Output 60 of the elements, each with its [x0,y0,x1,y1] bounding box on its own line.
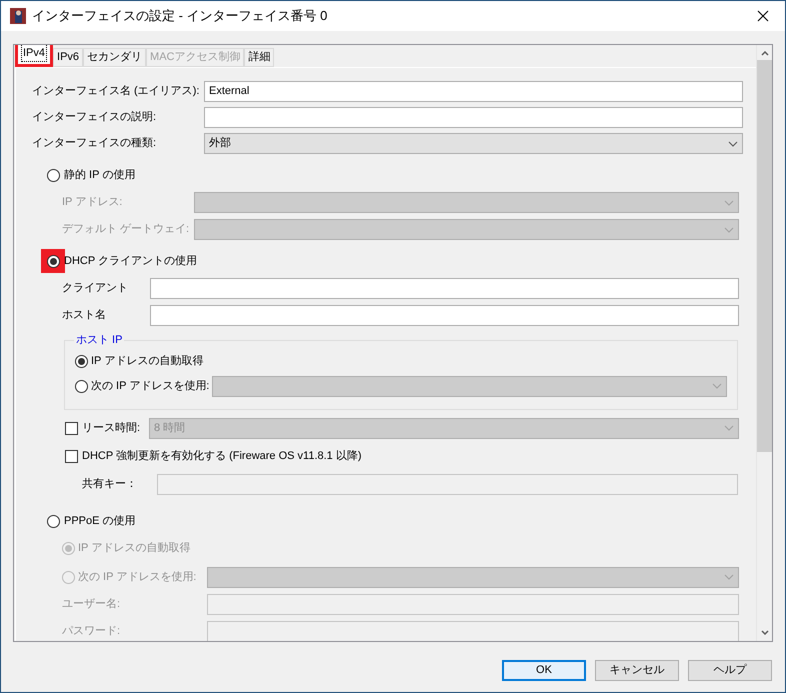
scroll-thumb[interactable] [757,60,772,452]
chevron-down-icon [712,383,722,389]
field-label: IP アドレス: [62,195,124,210]
tab[interactable]: 詳細 [244,48,274,67]
field-label: インターフェイス名 (エイリアス): [32,84,200,100]
scrollbar[interactable] [756,45,772,641]
chevron-down-icon [724,574,734,580]
radio-button[interactable] [62,570,75,584]
field-label: インターフェイスの説明: [32,110,158,126]
field-label: ホスト名 [62,308,107,324]
field-label: パスワード: [62,624,122,639]
input-field[interactable] [207,620,739,641]
tab[interactable]: IPv4 [15,45,54,67]
dropdown[interactable] [194,219,739,240]
field-label: 静的 IP の使用 [64,168,136,183]
dialog-button[interactable]: キャンセル [595,660,679,681]
field-label: ユーザー名: [62,596,122,612]
chevron-down-icon [724,200,734,206]
field-label: インターフェイスの種類: [32,136,158,152]
input-field[interactable] [150,278,739,299]
field-label: 次の IP アドレスを使用: [78,570,198,585]
dialog-button[interactable]: OK [502,660,586,681]
chevron-down-icon [724,425,734,431]
dropdown[interactable] [194,192,739,213]
radio-button[interactable] [75,355,88,368]
scroll-up-icon[interactable] [760,51,768,56]
field-label: DHCP 強制更新を有効化する (Fireware OS v11.8.1 以降) [82,448,362,464]
field-label: リース時間: [81,420,142,436]
chevron-down-icon [728,140,738,146]
dropdown[interactable] [212,376,727,396]
field-label: PPPoE の使用 [64,514,136,530]
input-field[interactable] [157,474,738,494]
input-field[interactable] [207,594,739,614]
radio-button[interactable] [47,168,60,182]
field-label: IP アドレスの自動取得 [78,541,190,556]
radio-button[interactable] [75,380,88,392]
checkbox[interactable] [65,422,78,434]
field-label: デフォルト ゲートウェイ: [62,222,190,238]
dropdown[interactable] [207,566,739,588]
tab[interactable]: IPv6 [53,48,84,67]
radio-button[interactable] [62,542,75,555]
dropdown[interactable]: 外部 [204,133,743,154]
tab[interactable]: セカンダリ [83,48,146,67]
input-field[interactable] [204,107,743,128]
input-field[interactable]: External [204,81,743,102]
input-field[interactable] [150,305,739,326]
checkbox[interactable] [65,450,78,463]
radio-button[interactable] [46,254,60,268]
dialog-button[interactable]: ヘルプ [688,660,772,681]
field-label: クライアント [62,281,129,296]
field-label: 次の IP アドレスを使用: [91,378,210,394]
group-title: ホスト IP [76,334,122,346]
scroll-down-icon[interactable] [760,630,768,635]
app-icon [10,8,26,24]
field-label: IP アドレスの自動取得 [91,354,204,370]
window-title: インターフェイスの設定 - インターフェイス番号 0 [32,7,328,26]
radio-button[interactable] [47,515,60,528]
field-label: 共有キー： [82,476,138,492]
close-icon [757,10,769,22]
chevron-down-icon [724,226,734,232]
